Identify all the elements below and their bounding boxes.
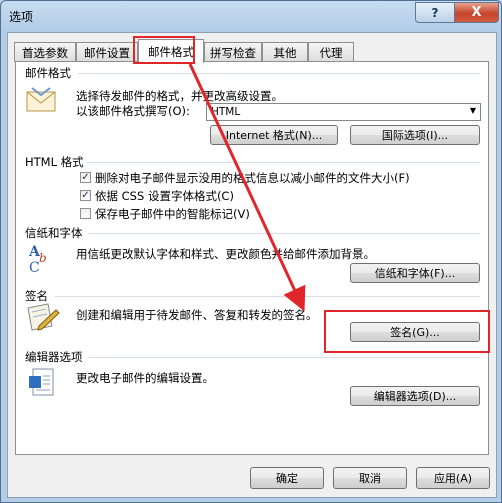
checkbox-smart-tags[interactable] — [80, 208, 91, 219]
envelope-icon — [26, 87, 56, 112]
section-divider — [54, 296, 480, 297]
ok-button[interactable]: 确定 — [250, 467, 324, 489]
stationery-fonts-button[interactable]: 信纸和字体(F)... — [350, 263, 480, 283]
section-header-stationery: 信纸和字体 — [25, 226, 83, 240]
help-icon: ? — [431, 5, 439, 20]
international-options-button[interactable]: 国际选项(I)... — [350, 125, 480, 145]
tab-strip: 首选参数 邮件设置 邮件格式 拼写检查 其他 代理 — [14, 39, 494, 63]
cancel-button[interactable]: 取消 — [333, 467, 407, 489]
help-button[interactable]: ? — [415, 2, 455, 23]
close-icon: X — [471, 5, 482, 20]
editor-desc: 更改电子邮件的编辑设置。 — [76, 371, 214, 385]
section-header-editor: 编辑器选项 — [25, 350, 83, 364]
section-divider — [78, 73, 480, 74]
section-header-mail-format: 邮件格式 — [25, 66, 71, 80]
tab-preferences[interactable]: 首选参数 — [14, 42, 76, 62]
mail-format-panel: 邮件格式 选择待发邮件的格式，并更改高级设置。 以该邮件格式撰写(O): HTM… — [15, 61, 489, 455]
tab-mail-format[interactable]: 邮件格式 — [138, 39, 204, 63]
checkbox-css-fonts[interactable]: ✓ — [80, 190, 91, 201]
window-title: 选项 — [9, 10, 34, 24]
tab-spelling[interactable]: 拼写检查 — [204, 42, 262, 62]
close-button[interactable]: X — [454, 2, 499, 23]
apply-button[interactable]: 应用(A) — [416, 467, 490, 489]
compose-format-value: HTML — [211, 106, 241, 118]
signature-pen-icon — [27, 303, 60, 331]
dialog-client-area: 首选参数 邮件设置 邮件格式 拼写检查 其他 代理 邮件格式 选择待发邮件的格式… — [7, 32, 497, 498]
section-header-html-format: HTML 格式 — [25, 155, 84, 169]
checkbox-remove-formatting[interactable]: ✓ — [80, 172, 91, 183]
section-divider — [88, 357, 480, 358]
chevron-down-icon: ▼ — [469, 106, 476, 115]
compose-format-label: 以该邮件格式撰写(O): — [76, 104, 190, 118]
checkbox-label: 删除对电子邮件显示没用的格式信息以减小邮件的文件大小(F) — [95, 171, 410, 185]
signature-desc: 创建和编辑用于待发邮件、答复和转发的签名。 — [76, 308, 318, 322]
stationery-desc: 用信纸更改默认字体和样式、更改颜色并给邮件添加背景。 — [76, 247, 375, 261]
tab-other[interactable]: 其他 — [262, 42, 308, 62]
svg-text:b: b — [39, 251, 47, 265]
fonts-abc-icon: A b C — [28, 244, 47, 274]
section-divider — [88, 233, 480, 234]
signatures-button[interactable]: 签名(G)... — [350, 322, 480, 342]
title-bar: 选项 ? X — [1, 1, 501, 31]
editor-options-button[interactable]: 编辑器选项(D)... — [350, 386, 480, 406]
mail-format-desc: 选择待发邮件的格式，并更改高级设置。 — [76, 89, 283, 103]
checkbox-label: 依据 CSS 设置字体格式(C) — [95, 189, 234, 203]
internet-format-button[interactable]: Internet 格式(N)... — [210, 125, 338, 145]
tab-delegates[interactable]: 代理 — [308, 42, 354, 62]
tab-mail-setup[interactable]: 邮件设置 — [76, 42, 138, 62]
svg-text:C: C — [29, 260, 40, 274]
options-dialog: 选项 ? X 首选参数 邮件设置 邮件格式 拼写检查 其他 代理 邮件格式 选择… — [0, 0, 502, 503]
compose-format-select[interactable]: HTML ▼ — [206, 103, 481, 121]
checkbox-label: 保存电子邮件中的智能标记(V) — [95, 207, 250, 221]
section-divider — [86, 162, 480, 163]
editor-document-icon — [29, 368, 54, 396]
